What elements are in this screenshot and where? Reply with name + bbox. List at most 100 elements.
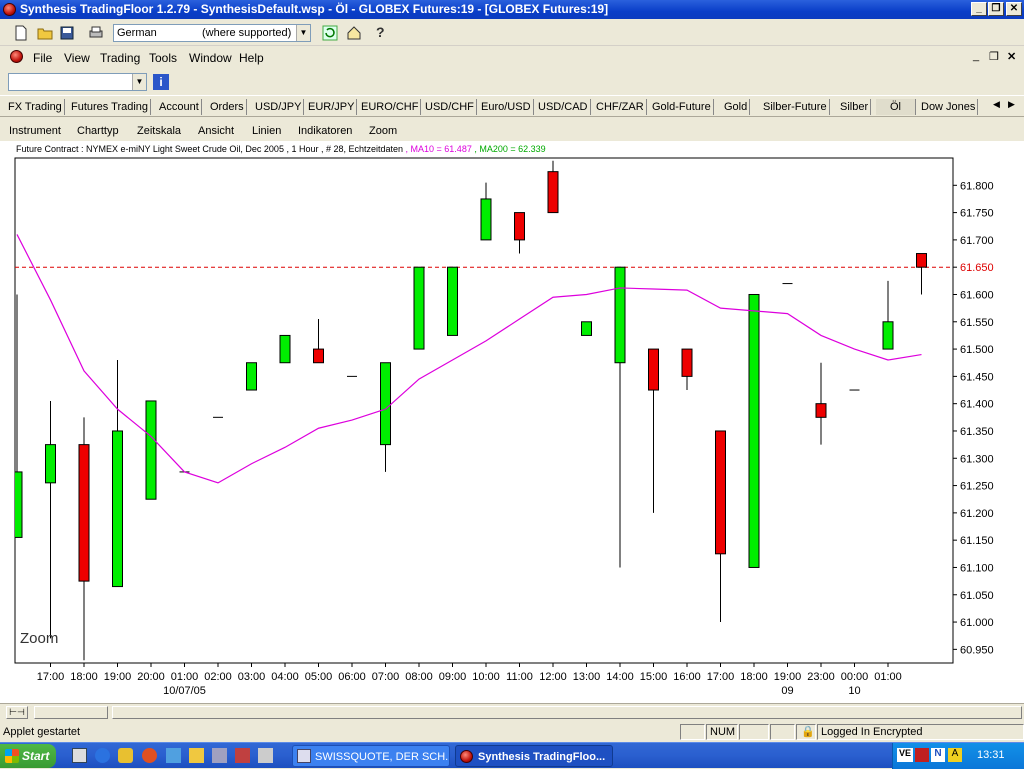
menu-tools[interactable]: Tools	[149, 51, 177, 65]
x-tick-label: 14:00	[606, 671, 634, 683]
home-icon[interactable]	[346, 25, 362, 41]
tab-dow-jones[interactable]: Dow Jones	[919, 99, 979, 115]
open-folder-icon[interactable]	[37, 25, 53, 41]
window-icon[interactable]	[258, 748, 273, 763]
status-bar: Applet gestartet NUM 🔒 Logged In Encrypt…	[0, 723, 1024, 741]
show-desktop-icon[interactable]	[72, 748, 87, 763]
media-icon[interactable]	[118, 748, 133, 763]
x-tick-label: 05:00	[305, 671, 333, 683]
chart-menu-zeitskala[interactable]: Zeitskala	[137, 125, 181, 137]
app-shortcut-icon[interactable]	[235, 748, 250, 763]
zoom-handle-icon[interactable]: ⊢⊣	[6, 706, 28, 719]
restore-button[interactable]: ❐	[988, 2, 1004, 16]
tray-app-icon[interactable]	[915, 748, 929, 762]
tray-warning-icon[interactable]: A	[948, 748, 962, 762]
chart-menu-ansicht[interactable]: Ansicht	[198, 125, 234, 137]
folder-icon[interactable]	[189, 748, 204, 763]
y-tick-label: 61.100	[960, 562, 994, 574]
save-icon[interactable]	[59, 25, 75, 41]
chart-menu-indikatoren[interactable]: Indikatoren	[298, 125, 352, 137]
candle-up	[882, 321, 894, 350]
candle-down	[514, 212, 525, 241]
tab-euro-usd[interactable]: Euro/USD	[479, 99, 534, 115]
tab-scroll-right-icon[interactable]: ▶	[1008, 99, 1015, 110]
tab-silber[interactable]: Silber	[838, 99, 872, 115]
chart-scroll-row: ⊢⊣	[0, 703, 1024, 721]
info-icon[interactable]: i	[153, 74, 169, 90]
zoom-label[interactable]: Zoom	[20, 630, 58, 647]
chart-menu-zoom[interactable]: Zoom	[369, 125, 397, 137]
ie-icon[interactable]	[95, 748, 110, 763]
lock-icon: 🔒	[796, 724, 816, 740]
menu-view[interactable]: View	[64, 51, 90, 65]
chevron-down-icon[interactable]: ▼	[296, 25, 310, 41]
menu-window[interactable]: Window	[189, 51, 232, 65]
close-button[interactable]: ✕	[1006, 2, 1022, 16]
minimize-button[interactable]: _	[971, 2, 987, 16]
login-status: Logged In Encrypted	[817, 724, 1024, 740]
candle-up	[480, 198, 492, 241]
tab-gold[interactable]: Gold	[722, 99, 751, 115]
x-tick-label: 10:00	[472, 671, 500, 683]
refresh-icon[interactable]	[322, 25, 338, 41]
tab-euro-chf[interactable]: EURO/CHF	[359, 99, 422, 115]
x-tick-label: 19:00	[774, 671, 802, 683]
menu-help[interactable]: Help	[239, 51, 264, 65]
x-tick-label: 00:00	[841, 671, 869, 683]
status-cell-3	[770, 724, 795, 740]
x-tick-label: 13:00	[573, 671, 601, 683]
player-icon[interactable]	[142, 748, 157, 763]
chart-menu-instrument[interactable]: Instrument	[9, 125, 61, 137]
candle-up	[145, 400, 157, 500]
tab-account[interactable]: Account	[157, 99, 202, 115]
candlestick-chart[interactable]: 61.800 61.750 61.700 61.650 61.600 61.550 61.5…	[0, 141, 1024, 703]
y-tick-label: 60.950	[960, 644, 994, 656]
mdi-minimize-button[interactable]: _	[973, 50, 979, 62]
x-tick-label: 12:00	[539, 671, 567, 683]
chart-menu-linien[interactable]: Linien	[252, 125, 281, 137]
language-select[interactable]: German (where supported) ▼	[113, 24, 311, 42]
tab-fx-trading[interactable]: FX Trading	[6, 99, 65, 115]
x-tick-label: 03:00	[238, 671, 266, 683]
chart-menu-charttyp[interactable]: Charttyp	[77, 125, 119, 137]
task-synthesis[interactable]: Synthesis TradingFloo...	[455, 745, 613, 767]
menu-trading[interactable]: Trading	[100, 51, 140, 65]
chevron-down-icon[interactable]: ▼	[132, 74, 146, 90]
tray-ve-icon[interactable]: VE	[897, 748, 913, 762]
tab-usd-cad[interactable]: USD/CAD	[536, 99, 591, 115]
candle-down	[715, 430, 726, 555]
tab-scroll-left-icon[interactable]: ◀	[993, 99, 1000, 110]
status-cell-2	[739, 724, 769, 740]
task-swissquote[interactable]: SWISSQUOTE, DER SCH...	[292, 745, 450, 767]
app-icon[interactable]	[3, 3, 16, 16]
horizontal-scrollbar[interactable]	[112, 706, 1022, 719]
network-icon[interactable]	[166, 748, 181, 763]
start-label: Start	[22, 749, 50, 763]
tab-chf-zar[interactable]: CHF/ZAR	[594, 99, 647, 115]
mdi-restore-button[interactable]: ❐	[989, 50, 999, 63]
x-date-label: 09	[781, 685, 793, 697]
tab-eur-jpy[interactable]: EUR/JPY	[306, 99, 358, 115]
new-file-icon[interactable]	[13, 25, 29, 41]
tab-futures-trading[interactable]: Futures Trading	[69, 99, 152, 115]
candle-up	[45, 444, 56, 484]
start-button[interactable]: Start	[0, 744, 56, 768]
tab-gold-future[interactable]: Gold-Future	[650, 99, 714, 115]
y-tick-label: 61.750	[960, 208, 994, 220]
print-icon[interactable]	[88, 25, 104, 41]
help-icon[interactable]: ?	[376, 24, 385, 40]
language-note: (where supported)	[202, 27, 292, 39]
tray-n-icon[interactable]: N	[931, 748, 945, 762]
tab-oel[interactable]: Öl	[876, 99, 916, 115]
tab-orders[interactable]: Orders	[208, 99, 247, 115]
instrument-combo[interactable]: ▼	[8, 73, 147, 91]
tab-usd-jpy[interactable]: USD/JPY	[253, 99, 305, 115]
scroll-left-panel[interactable]	[34, 706, 108, 719]
document-icon[interactable]	[10, 50, 23, 63]
tools-icon[interactable]	[212, 748, 227, 763]
menu-file[interactable]: File	[33, 51, 52, 65]
candle-up	[112, 430, 123, 588]
tab-silber-future[interactable]: Silber-Future	[761, 99, 830, 115]
mdi-close-button[interactable]: ✕	[1007, 50, 1016, 63]
tab-usd-chf[interactable]: USD/CHF	[423, 99, 477, 115]
